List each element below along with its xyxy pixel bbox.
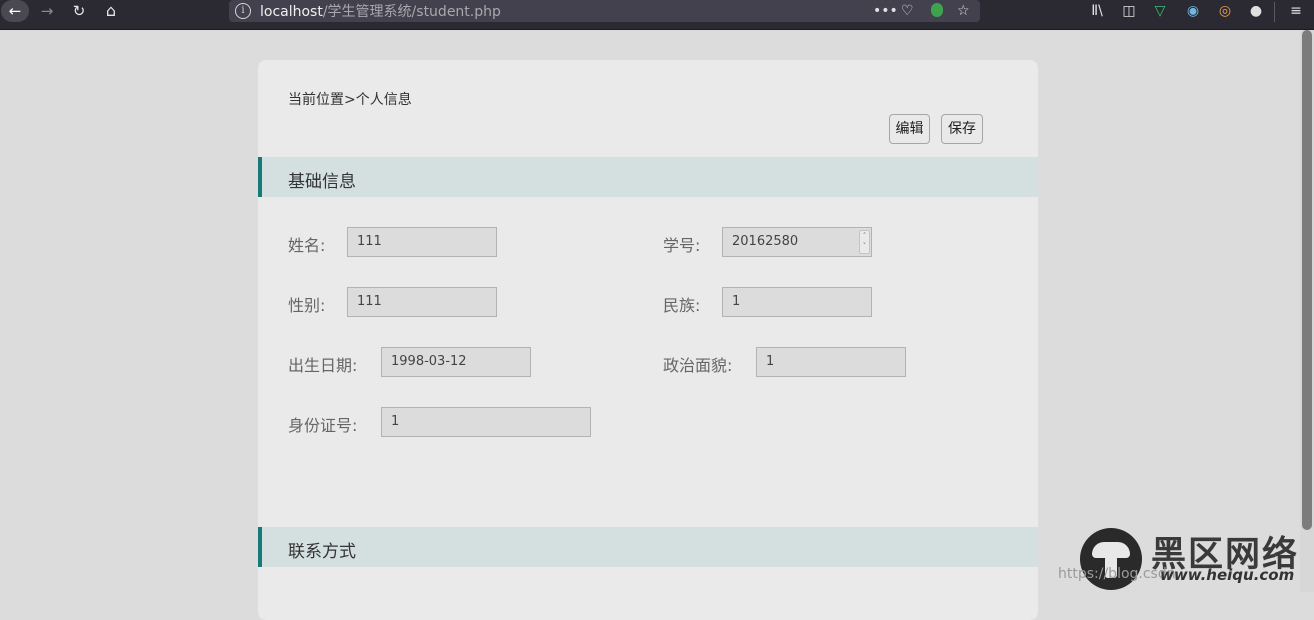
forward-icon[interactable]: → xyxy=(37,0,57,22)
section-contact: 联系方式 xyxy=(258,527,1038,567)
political-status-label: 政治面貌: xyxy=(663,356,733,375)
back-icon[interactable]: ← xyxy=(1,0,29,22)
birthdate-field[interactable]: 1998-03-12 xyxy=(381,347,531,377)
extension2-icon[interactable]: ◉ xyxy=(1183,1,1203,21)
bug-icon[interactable] xyxy=(931,3,943,17)
watermark-faded-url: https://blog.csdn xyxy=(1058,566,1176,582)
student-id-value: 20162580 xyxy=(732,234,799,249)
browser-toolbar: ← → ↻ ⌂ i localhost/学生管理系统/student.php •… xyxy=(0,0,1314,30)
url-text[interactable]: localhost/学生管理系统/student.php xyxy=(260,1,501,21)
political-status-field[interactable]: 1 xyxy=(756,347,906,377)
toolbar-separator xyxy=(1274,2,1275,22)
section-accent-bar xyxy=(258,157,262,197)
content-card: 当前位置>个人信息 编辑 保存 基础信息 姓名: 111 学号: 2016258… xyxy=(258,60,1038,620)
gender-label: 性别: xyxy=(288,296,326,315)
watermark-url: www.heiqu.com xyxy=(1160,566,1295,584)
number-spinner[interactable]: ˄ ˅ xyxy=(859,230,870,254)
home-icon[interactable]: ⌂ xyxy=(100,0,122,22)
section-accent-bar xyxy=(258,527,262,567)
section-title: 联系方式 xyxy=(288,542,356,562)
extension-icon[interactable]: ▽ xyxy=(1150,1,1170,21)
url-host: localhost xyxy=(260,4,323,20)
id-card-field[interactable]: 1 xyxy=(381,407,591,437)
account-icon[interactable]: ● xyxy=(1246,1,1266,21)
section-basic-info: 基础信息 xyxy=(258,157,1038,197)
breadcrumb: 当前位置>个人信息 xyxy=(288,92,412,108)
more-icon[interactable]: ••• xyxy=(873,1,898,21)
extension3-icon[interactable]: ◎ xyxy=(1215,1,1235,21)
ethnicity-field[interactable]: 1 xyxy=(722,287,872,317)
star-icon[interactable]: ☆ xyxy=(957,1,970,21)
address-bar[interactable]: i localhost/学生管理系统/student.php ••• ♡ ☆ xyxy=(229,0,980,22)
pocket-icon[interactable]: ♡ xyxy=(901,1,914,21)
menu-icon[interactable]: ≡ xyxy=(1286,1,1306,21)
edit-button[interactable]: 编辑 xyxy=(889,114,930,144)
birthdate-label: 出生日期: xyxy=(288,356,358,375)
gender-field[interactable]: 111 xyxy=(347,287,497,317)
id-card-label: 身份证号: xyxy=(288,416,358,435)
ethnicity-label: 民族: xyxy=(663,296,701,315)
name-label: 姓名: xyxy=(288,236,326,255)
url-path: /学生管理系统/student.php xyxy=(322,4,501,20)
section-title: 基础信息 xyxy=(288,172,356,192)
sidebar-icon[interactable]: ◫ xyxy=(1119,1,1139,21)
info-icon[interactable]: i xyxy=(235,3,251,19)
student-id-field[interactable]: 20162580 ˄ ˅ xyxy=(722,227,872,257)
save-button[interactable]: 保存 xyxy=(941,114,983,144)
library-icon[interactable]: Ⅱ\ xyxy=(1087,1,1107,21)
scrollbar-thumb[interactable] xyxy=(1302,30,1312,530)
reload-icon[interactable]: ↻ xyxy=(69,0,89,22)
name-field[interactable]: 111 xyxy=(347,227,497,257)
student-id-label: 学号: xyxy=(663,236,701,255)
